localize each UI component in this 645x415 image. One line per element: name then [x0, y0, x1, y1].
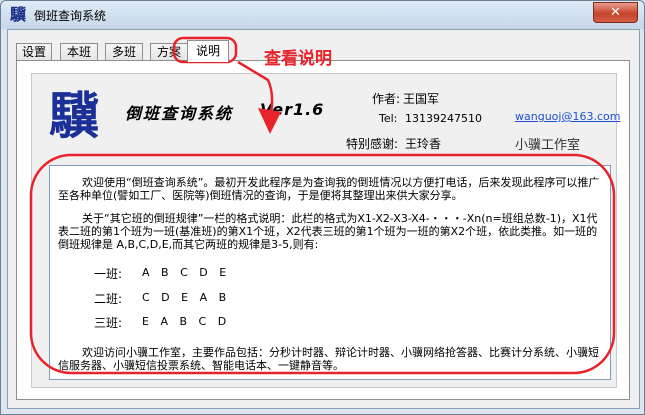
close-icon: ✕ — [610, 5, 621, 20]
author-label: 作者: — [372, 92, 401, 106]
app-logo: 驥 — [49, 86, 99, 145]
tab-panel-instructions: 驥 倒班查询系统 Ver1.6 作者: 王国军 Tel: 13139247510… — [16, 60, 630, 400]
thanks-name: 王玲香 — [405, 137, 442, 151]
annotation-label: 查看说明 — [264, 49, 332, 69]
close-button[interactable]: ✕ — [593, 2, 638, 23]
description-textbox[interactable]: 欢迎使用“倒班查询系统”。最初开发此程序是为查询我的倒班情况以方便打电话，后来发… — [49, 165, 611, 380]
tel-number: 13139247510 — [405, 112, 482, 125]
description-para-2: 关于“其它班的倒班规律”一栏的格式说明：此栏的格式为X1-X2-X3-X4-・・… — [58, 212, 598, 251]
tel-label: Tel: — [379, 112, 398, 125]
studio-name: 小骥工作室 — [515, 138, 581, 153]
tab-settings[interactable]: 设置 — [16, 43, 52, 61]
tab-schemes[interactable]: 方案 — [150, 43, 188, 61]
app-version: Ver1.6 — [260, 100, 325, 119]
app-name: 倒班查询系统 — [125, 104, 234, 123]
author-name: 王国军 — [403, 92, 440, 106]
window-title: 倒班查询系统 — [34, 9, 107, 23]
shift-1-sequence: A B C D E — [142, 266, 231, 279]
shift-3-sequence: E A B C D — [142, 315, 231, 328]
shift-3-label: 三班: — [94, 316, 123, 330]
description-para-3: 欢迎访问小骥工作室，主要作品包括：分秒计时器、辩论计时器、小骥网络抢答器、比赛计… — [58, 346, 599, 372]
shift-1-label: 一班: — [94, 267, 123, 281]
email-link[interactable]: wanguoj@163.com — [515, 110, 620, 123]
shift-2-label: 二班: — [94, 292, 123, 306]
client-area: 设置 本班 多班 方案 说明 驥 倒班查询系统 Ver1.6 作者: 王国军 T… — [7, 29, 640, 409]
thanks-label: 特别感谢: — [346, 137, 399, 151]
description-para-1: 欢迎使用“倒班查询系统”。最初开发此程序是为查询我的倒班情况以方便打电话，后来发… — [58, 176, 600, 202]
app-logo-icon: 驥 — [9, 5, 26, 24]
shift-2-sequence: C D E A B — [142, 291, 231, 304]
tab-instructions[interactable]: 说明 — [187, 40, 229, 62]
about-group: 驥 倒班查询系统 Ver1.6 作者: 王国军 Tel: 13139247510… — [31, 73, 620, 388]
tab-current-shift[interactable]: 本班 — [60, 43, 98, 61]
tab-multi-shift[interactable]: 多班 — [105, 43, 143, 61]
title-bar[interactable]: 驥 倒班查询系统 ✕ — [1, 1, 644, 29]
